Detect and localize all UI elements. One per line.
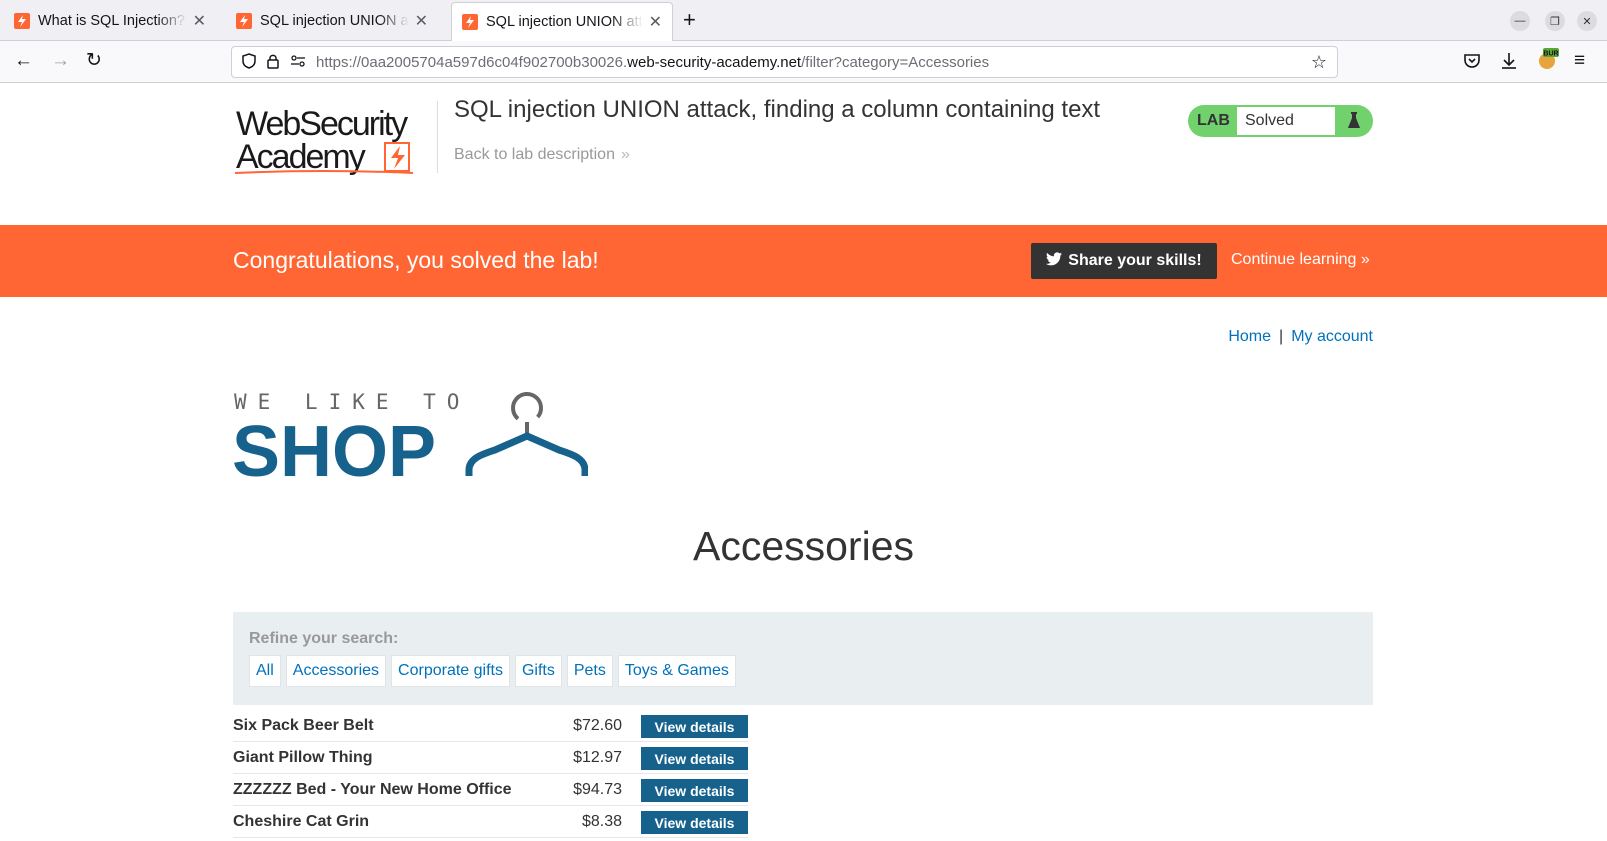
lab-status-badge: LAB Solved	[1188, 105, 1373, 137]
favicon-icon	[14, 12, 30, 29]
new-tab-button[interactable]: +	[683, 9, 696, 31]
bookmark-star-icon[interactable]: ☆	[1311, 52, 1327, 73]
product-name: Six Pack Beer Belt	[233, 717, 374, 734]
svg-text:BUR: BUR	[1543, 51, 1558, 58]
browser-tab-1[interactable]: What is SQL Injection? Tut ✕	[4, 2, 216, 39]
web-security-academy-logo[interactable]: WebSecurity Academy	[234, 103, 435, 193]
close-window-icon[interactable]: ✕	[1577, 11, 1597, 31]
product-row: Giant Pillow Thing $12.97 View details	[233, 742, 748, 774]
burp-extension-icon[interactable]: BUR	[1537, 47, 1559, 76]
permissions-icon[interactable]	[290, 54, 306, 71]
forward-arrow-icon[interactable]: →	[51, 51, 70, 71]
twitter-icon	[1046, 251, 1063, 271]
pocket-icon[interactable]	[1463, 52, 1481, 75]
tab-title: SQL injection UNION atta	[260, 12, 409, 29]
lab-title: SQL injection UNION attack, finding a co…	[454, 96, 1101, 123]
logo-divider	[437, 101, 438, 173]
reload-icon[interactable]: ↻	[86, 51, 102, 71]
we-like-to-shop-logo: WE LIKE TO SHOP	[232, 388, 589, 492]
svg-text:WE LIKE TO: WE LIKE TO	[234, 390, 470, 414]
refine-search-panel: Refine your search: All Accessories Corp…	[233, 612, 1373, 705]
menu-hamburger-icon[interactable]: ≡	[1574, 51, 1585, 71]
shield-icon[interactable]	[242, 52, 256, 72]
filter-corporate-gifts[interactable]: Corporate gifts	[391, 655, 510, 687]
view-details-button[interactable]: View details	[641, 747, 748, 770]
filter-toys-and-games[interactable]: Toys & Games	[617, 655, 736, 687]
tab-title: What is SQL Injection? Tut	[38, 12, 187, 29]
browser-nav-bar: ← → ↻ https://0aa2005704a597d6c04f902700…	[0, 41, 1607, 83]
filter-pets[interactable]: Pets	[566, 655, 613, 687]
restore-window-icon[interactable]: ❐	[1545, 11, 1565, 31]
browser-tab-bar: What is SQL Injection? Tut ✕ SQL injecti…	[0, 0, 1607, 41]
favicon-icon	[462, 14, 478, 30]
flask-icon	[1335, 111, 1373, 131]
lock-icon[interactable]	[266, 53, 280, 72]
view-details-button[interactable]: View details	[641, 811, 748, 834]
product-list: Six Pack Beer Belt $72.60 View details G…	[233, 710, 748, 838]
category-heading: Accessories	[692, 523, 914, 569]
tab-title: SQL injection UNION atta	[486, 14, 643, 30]
refine-search-label: Refine your search:	[249, 630, 399, 647]
lab-header: WebSecurity Academy SQL injection UNION …	[0, 83, 1607, 225]
browser-tab-3-active[interactable]: SQL injection UNION atta ✕	[451, 2, 673, 41]
solved-banner: Congratulations, you solved the lab! Sha…	[0, 225, 1607, 297]
minimize-window-icon[interactable]: —	[1510, 11, 1530, 31]
back-arrow-icon[interactable]: ←	[14, 51, 33, 71]
product-name: Cheshire Cat Grin	[233, 813, 370, 830]
downloads-icon[interactable]	[1500, 51, 1518, 76]
product-price: $12.97	[573, 749, 622, 766]
product-price: $72.60	[573, 717, 622, 734]
nav-separator: |	[1279, 328, 1284, 345]
filter-accessories[interactable]: Accessories	[285, 655, 387, 687]
my-account-link[interactable]: My account	[1291, 328, 1373, 345]
share-button-label: Share your skills!	[1068, 252, 1202, 269]
browser-tab-2[interactable]: SQL injection UNION atta ✕	[226, 2, 438, 39]
double-chevron-right-icon: »	[620, 146, 630, 163]
congratulations-message: Congratulations, you solved the lab!	[233, 247, 599, 273]
filter-all[interactable]: All	[249, 655, 281, 687]
page-content: WebSecurity Academy SQL injection UNION …	[0, 83, 1607, 841]
close-tab-icon[interactable]: ✕	[193, 11, 206, 31]
category-filters: All Accessories Corporate gifts Gifts Pe…	[249, 655, 736, 687]
home-link[interactable]: Home	[1228, 328, 1271, 345]
url-text[interactable]: https://0aa2005704a597d6c04f902700b30026…	[316, 54, 989, 71]
close-tab-icon[interactable]: ✕	[415, 11, 428, 31]
account-nav: Home | My account	[1228, 328, 1373, 346]
view-details-button[interactable]: View details	[641, 715, 748, 738]
product-name: ZZZZZZ Bed - Your New Home Office	[233, 781, 512, 798]
address-bar[interactable]: https://0aa2005704a597d6c04f902700b30026…	[231, 46, 1338, 78]
back-to-lab-description-link[interactable]: Back to lab description»	[454, 146, 630, 164]
continue-learning-link[interactable]: Continue learning »	[1231, 251, 1370, 269]
view-details-button[interactable]: View details	[641, 779, 748, 802]
favicon-icon	[236, 12, 252, 29]
lab-status-value: Solved	[1237, 107, 1335, 135]
svg-text:SHOP: SHOP	[233, 412, 436, 483]
filter-gifts[interactable]: Gifts	[514, 655, 562, 687]
product-row: Six Pack Beer Belt $72.60 View details	[233, 710, 748, 742]
double-chevron-right-icon: »	[1356, 251, 1370, 268]
product-price: $94.73	[573, 781, 622, 798]
close-tab-icon[interactable]: ✕	[649, 12, 662, 32]
lab-status-label: LAB	[1197, 112, 1230, 129]
product-price: $8.38	[581, 813, 622, 830]
product-name: Giant Pillow Thing	[233, 749, 373, 766]
product-row: Cheshire Cat Grin $8.38 View details	[233, 806, 748, 838]
share-your-skills-button[interactable]: Share your skills!	[1031, 243, 1217, 279]
product-row: ZZZZZZ Bed - Your New Home Office $94.73…	[233, 774, 748, 806]
